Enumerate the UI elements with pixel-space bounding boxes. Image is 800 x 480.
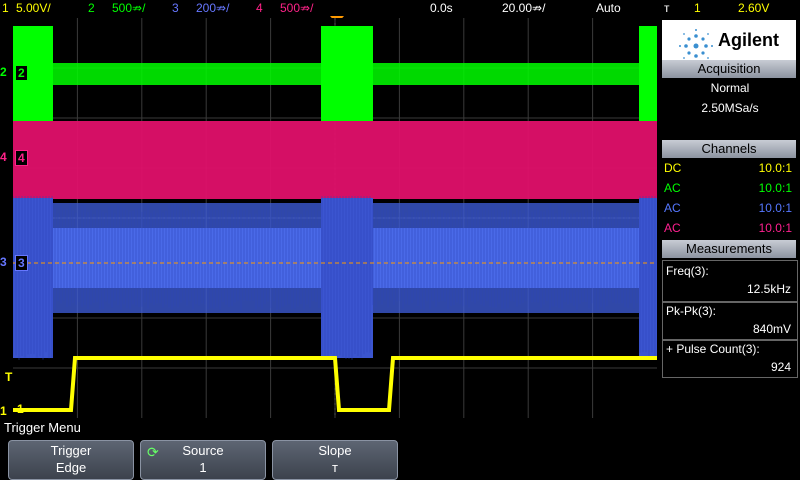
- ch3-burst: [639, 198, 657, 358]
- measurement-pkpk[interactable]: Pk-Pk(3): 840mV: [662, 302, 798, 340]
- ch3-offset-marker[interactable]: 3: [15, 255, 28, 271]
- info-panel: Agilent Acquisition Normal 2.50MSa/s Cha…: [660, 18, 800, 418]
- softkey-slope[interactable]: Slope т: [272, 440, 398, 480]
- ch3-number[interactable]: 3: [172, 0, 179, 16]
- channel-coupling: AC: [664, 221, 681, 235]
- ch1-offset-marker[interactable]: 1: [17, 402, 24, 416]
- measurement-label: Pk-Pk(3):: [666, 303, 798, 319]
- trigger-level[interactable]: 2.60V: [738, 0, 769, 16]
- channel-probe-ratio: 10.0:1: [759, 180, 792, 196]
- ch4-ground-marker[interactable]: 4: [0, 150, 7, 164]
- channels-header[interactable]: Channels: [662, 140, 796, 158]
- softkey-trigger-type[interactable]: Trigger Edge: [8, 440, 134, 480]
- status-bar: 1 5.00V/ 2 500⇏/ 3 200⇏/ 4 500⇏/ 0.0s 20…: [0, 0, 800, 16]
- channel-row[interactable]: AC 10.0:1: [664, 200, 796, 216]
- time-scale[interactable]: 20.00⇏/: [502, 0, 545, 16]
- softkey-label: Source: [141, 443, 265, 458]
- ch2-ground-marker[interactable]: 2: [0, 65, 7, 79]
- channel-probe-ratio: 10.0:1: [759, 160, 792, 176]
- time-position[interactable]: 0.0s: [430, 0, 453, 16]
- ch3-ground-marker[interactable]: 3: [0, 255, 7, 269]
- channel-probe-ratio: 10.0:1: [759, 200, 792, 216]
- measurement-value: 924: [663, 359, 791, 375]
- trigger-source[interactable]: 1: [694, 0, 701, 16]
- softkey-value: Edge: [9, 460, 133, 475]
- ch2-offset-marker[interactable]: 2: [15, 65, 28, 81]
- channel-row[interactable]: AC 10.0:1: [664, 220, 796, 236]
- acquisition-mode: Normal: [664, 80, 796, 96]
- acquisition-rate: 2.50MSa/s: [664, 100, 796, 116]
- ch2-scale[interactable]: 500⇏/: [112, 0, 145, 16]
- softkey-label: Trigger: [9, 443, 133, 458]
- ch4-scale[interactable]: 500⇏/: [280, 0, 313, 16]
- waveform-canvas: [13, 18, 657, 418]
- ch2-burst: [639, 26, 657, 121]
- ch1-ground-marker[interactable]: 1: [0, 404, 7, 418]
- ch1-number[interactable]: 1: [2, 0, 9, 16]
- acquisition-header[interactable]: Acquisition: [662, 60, 796, 78]
- brand-name: Agilent: [718, 30, 779, 51]
- measurement-freq[interactable]: Freq(3): 12.5kHz: [662, 260, 798, 302]
- softkey-value: 1: [141, 460, 265, 475]
- channel-coupling: AC: [664, 201, 681, 215]
- softkey-label: Slope: [273, 443, 397, 458]
- ch3-burst: [321, 198, 373, 358]
- waveform-display[interactable]: [13, 18, 657, 418]
- ch2-number[interactable]: 2: [88, 0, 95, 16]
- agilent-spark-icon: [678, 28, 714, 64]
- measurement-label: + Pulse Count(3):: [666, 341, 798, 357]
- measurement-value: 840mV: [663, 321, 791, 337]
- softkey-value: т: [273, 460, 397, 475]
- trigger-slope-icon: т: [664, 0, 670, 16]
- channel-coupling: DC: [664, 161, 681, 175]
- measurement-value: 12.5kHz: [663, 281, 791, 297]
- ch4-number[interactable]: 4: [256, 0, 263, 16]
- trigger-mode[interactable]: Auto: [596, 0, 621, 16]
- measurement-pulse-count[interactable]: + Pulse Count(3): 924: [662, 340, 798, 378]
- measurement-label: Freq(3):: [666, 263, 798, 279]
- ch2-burst: [321, 26, 373, 121]
- channel-probe-ratio: 10.0:1: [759, 220, 792, 236]
- menu-title: Trigger Menu: [4, 420, 81, 435]
- ch4-offset-marker[interactable]: 4: [15, 150, 28, 166]
- ch1-scale[interactable]: 5.00V/: [16, 0, 51, 16]
- softkey-source[interactable]: ⟳ Source 1: [140, 440, 266, 480]
- channel-row[interactable]: AC 10.0:1: [664, 180, 796, 196]
- measurements-header[interactable]: Measurements: [662, 240, 796, 258]
- ch4-trace: [13, 121, 657, 199]
- channel-row[interactable]: DC 10.0:1: [664, 160, 796, 176]
- trigger-level-marker[interactable]: T: [5, 370, 12, 384]
- ch3-scale[interactable]: 200⇏/: [196, 0, 229, 16]
- channel-coupling: AC: [664, 181, 681, 195]
